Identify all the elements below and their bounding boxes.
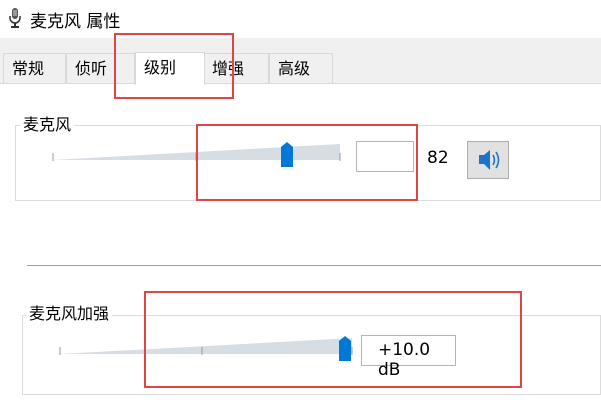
microphone-slider-thumb — [281, 142, 293, 167]
tab-general[interactable]: 常规 — [3, 53, 66, 83]
window-title: 麦克风 属性 — [30, 12, 121, 32]
microphone-level-value: 82 — [427, 148, 449, 168]
microphone-group-label: 麦克风 — [20, 115, 75, 135]
boost-level-box: +10.0 dB — [361, 335, 456, 380]
microphone-icon — [9, 8, 21, 28]
title-bar: 麦克风 属性 — [0, 0, 601, 38]
microphone-level-box — [356, 141, 414, 172]
levels-panel: 麦克风 82 麦克风加强 +10.0 dB — [0, 84, 601, 406]
boost-level-slider[interactable] — [59, 328, 355, 364]
microphone-mute-button[interactable] — [467, 141, 509, 179]
boost-slider-thumb — [339, 336, 351, 361]
tab-strip: 常规 侦听 级别 增强 高级 — [0, 38, 601, 85]
boost-level-value: +10.0 dB — [378, 340, 431, 380]
boost-group-label: 麦克风加强 — [26, 304, 113, 324]
speaker-icon — [479, 150, 500, 170]
tab-advanced[interactable]: 高级 — [269, 53, 333, 83]
tab-levels[interactable]: 级别 — [135, 52, 205, 85]
tab-enhancements[interactable]: 增强 — [203, 53, 269, 83]
section-divider — [27, 265, 601, 266]
microphone-level-slider[interactable] — [52, 134, 342, 170]
tab-listen[interactable]: 侦听 — [66, 53, 135, 83]
